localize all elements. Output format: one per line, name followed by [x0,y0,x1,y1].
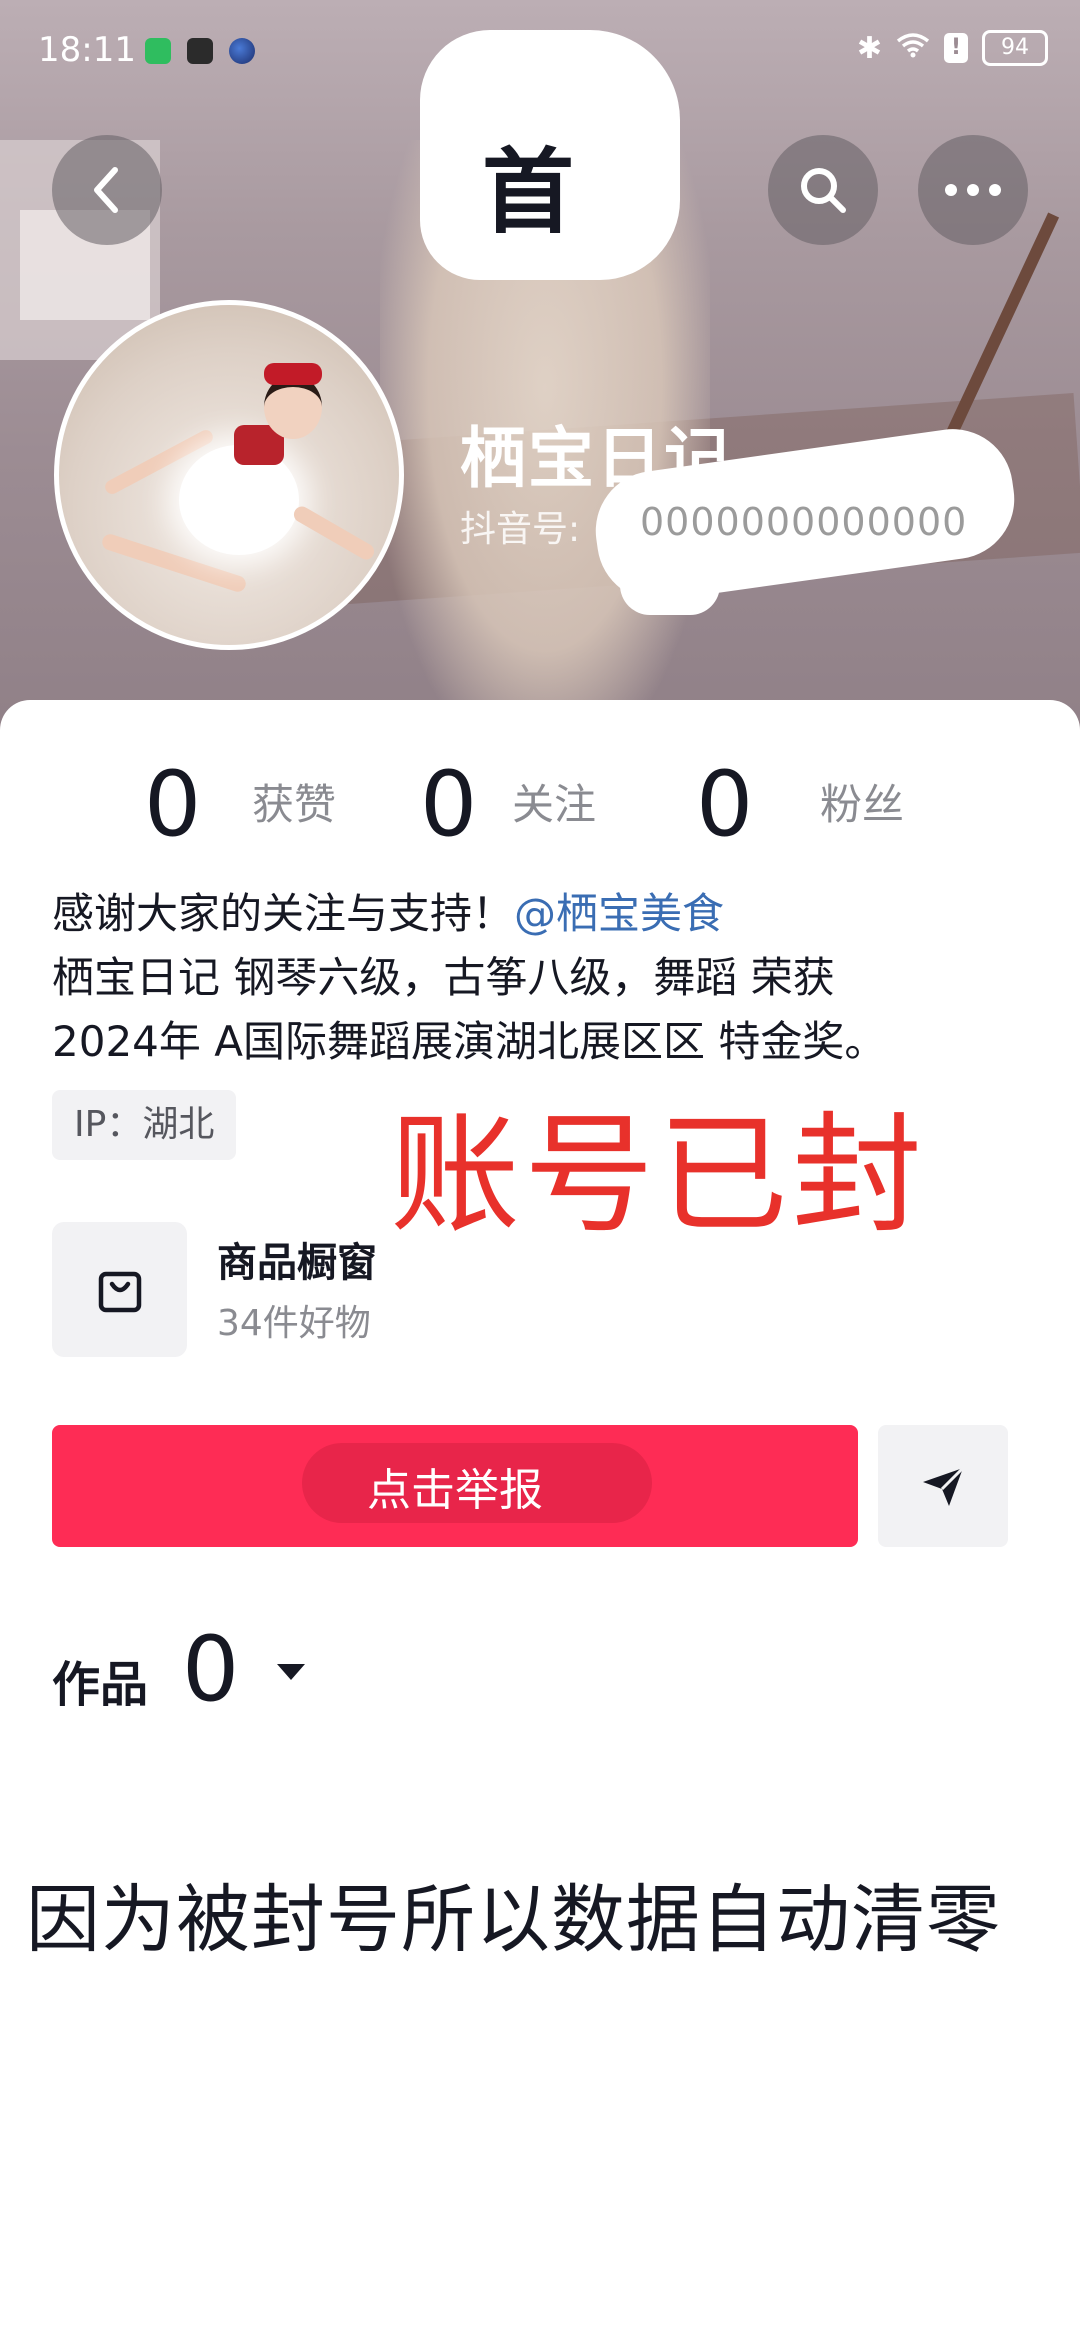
bio-line-2: 栖宝日记 钢琴六级，古筝八级，舞蹈 荣获 [52,953,835,1002]
bio-mention-link[interactable]: @栖宝美食 [514,889,724,938]
nav-title-fragment: 首 [482,139,575,246]
more-button[interactable] [918,135,1028,245]
douyin-id-label: 抖音号: [460,509,581,550]
following-label[interactable]: 关注 [512,775,596,835]
profile-bio: 感谢大家的关注与支持！@栖宝美食 栖宝日记 钢琴六级，古筝八级，舞蹈 荣获 20… [52,882,1042,1074]
wechat-icon [145,38,171,64]
send-icon [923,1466,965,1506]
globe-icon [229,38,255,64]
status-icons: ✱ ! 94 [857,30,1048,66]
redaction-scribble-id-tail [620,555,720,615]
douyin-id: 抖音号: 0000000000000 [460,500,966,552]
works-count: 0 [182,1617,240,1722]
shop-window-count: 34件好物 [217,1303,371,1344]
wifi-icon [896,31,930,66]
stats-row: 0 获赞 0 关注 0 粉丝 [0,750,1080,860]
avatar[interactable] [54,300,404,650]
back-button[interactable] [52,135,162,245]
followers-count: 0 [696,752,754,857]
profile-card: 0 获赞 0 关注 0 粉丝 感谢大家的关注与支持！@栖宝美食 栖宝日记 钢琴六… [0,700,1080,2340]
annotation-caption: 因为被封号所以数据自动清零 [26,1877,1001,1963]
likes-count: 0 [144,752,202,857]
shop-window-title: 商品橱窗 [217,1240,377,1286]
report-button-label: 点击举报 [367,1465,543,1516]
alert-icon: ! [944,33,968,63]
battery-icon: 94 [982,30,1048,66]
followers-label[interactable]: 粉丝 [820,775,904,835]
shopping-bag-icon [52,1222,187,1357]
shop-window-entry[interactable]: 商品橱窗 34件好物 [52,1222,752,1357]
more-dots-icon [945,184,1001,196]
chevron-left-icon [94,167,118,213]
following-count: 0 [420,752,478,857]
bluetooth-icon: ✱ [856,30,882,66]
video-icon [187,38,213,64]
report-button[interactable]: 点击举报 [52,1425,858,1547]
bio-line-1: 感谢大家的关注与支持！@栖宝美食 [52,882,1042,946]
douyin-id-value: 0000000000000 [640,500,968,544]
works-label: 作品 [52,1657,149,1713]
bio-line-3: 2024年 A国际舞蹈展演湖北展区区 特金奖。 [52,1017,887,1066]
share-button[interactable] [878,1425,1008,1547]
caret-down-icon[interactable] [274,1660,308,1684]
ip-location-tag: IP：湖北 [52,1090,237,1160]
search-icon [801,168,846,213]
status-time: 18:11 [38,30,136,70]
bio-text: 感谢大家的关注与支持！ [52,889,515,938]
search-button[interactable] [768,135,878,245]
likes-label[interactable]: 获赞 [252,775,336,835]
